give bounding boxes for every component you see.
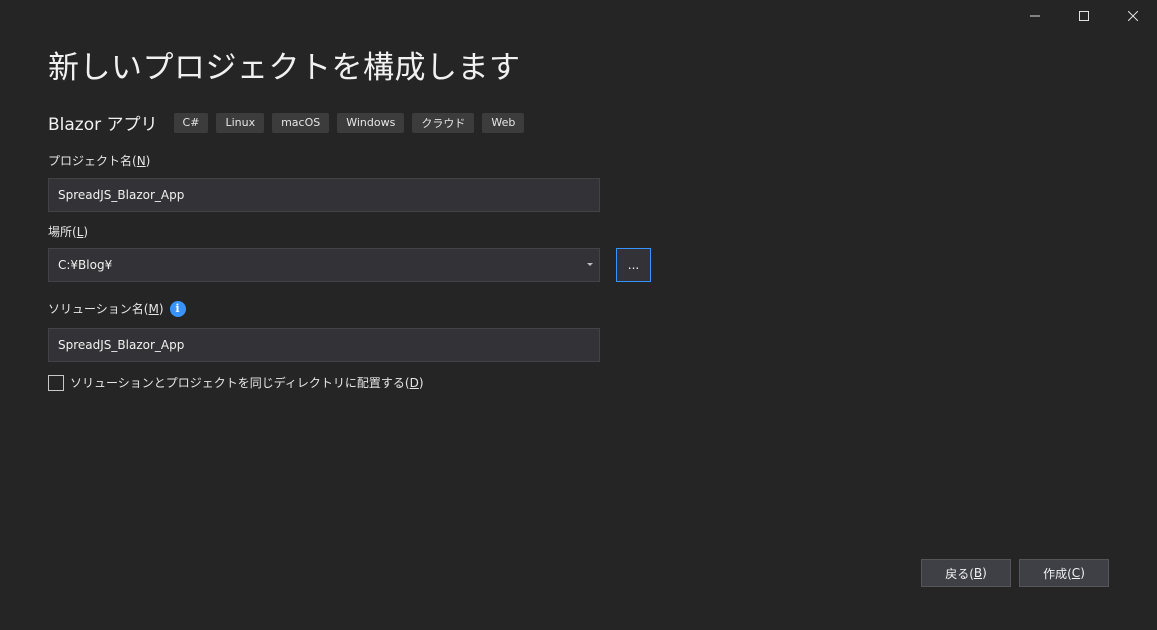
minimize-button[interactable] [1010, 0, 1059, 32]
tag-macos: macOS [272, 112, 330, 133]
same-directory-option[interactable]: ソリューションとプロジェクトを同じディレクトリに配置する(D) [48, 374, 424, 391]
chevron-down-icon[interactable] [587, 263, 593, 266]
solution-name-label: ソリューション名(M) i [48, 300, 186, 317]
template-info: Blazor アプリ C# Linux macOS Windows クラウド W… [48, 110, 532, 135]
same-directory-label: ソリューションとプロジェクトを同じディレクトリに配置する(D) [70, 376, 424, 390]
maximize-button[interactable] [1059, 0, 1108, 32]
solution-name-value: SpreadJS_Blazor_App [58, 338, 185, 352]
location-combobox[interactable]: C:¥Blog¥ [48, 248, 600, 282]
minimize-icon [1029, 15, 1040, 17]
back-button[interactable]: 戻る(B) [921, 559, 1011, 587]
window-controls [1010, 0, 1157, 32]
location-value: C:¥Blog¥ [58, 258, 113, 272]
page-title: 新しいプロジェクトを構成します [48, 50, 521, 86]
tag-linux: Linux [216, 112, 265, 133]
project-name-value: SpreadJS_Blazor_App [58, 188, 185, 202]
same-directory-checkbox[interactable] [48, 374, 64, 391]
project-name-label: プロジェクト名(N) [48, 153, 151, 169]
create-button[interactable]: 作成(C) [1019, 559, 1109, 587]
tag-windows: Windows [337, 112, 405, 133]
browse-label: ... [627, 258, 640, 272]
info-icon[interactable]: i [169, 300, 186, 317]
project-name-input[interactable]: SpreadJS_Blazor_App [48, 178, 600, 212]
solution-name-input[interactable]: SpreadJS_Blazor_App [48, 328, 600, 362]
browse-button[interactable]: ... [616, 248, 651, 282]
maximize-icon [1078, 11, 1089, 21]
template-name: Blazor アプリ [48, 115, 158, 135]
close-icon [1127, 11, 1138, 21]
tag-csharp: C# [173, 112, 209, 133]
tag-web: Web [482, 112, 525, 133]
tag-cloud: クラウド [412, 112, 475, 133]
location-label: 場所(L) [48, 224, 89, 240]
close-button[interactable] [1108, 0, 1157, 32]
